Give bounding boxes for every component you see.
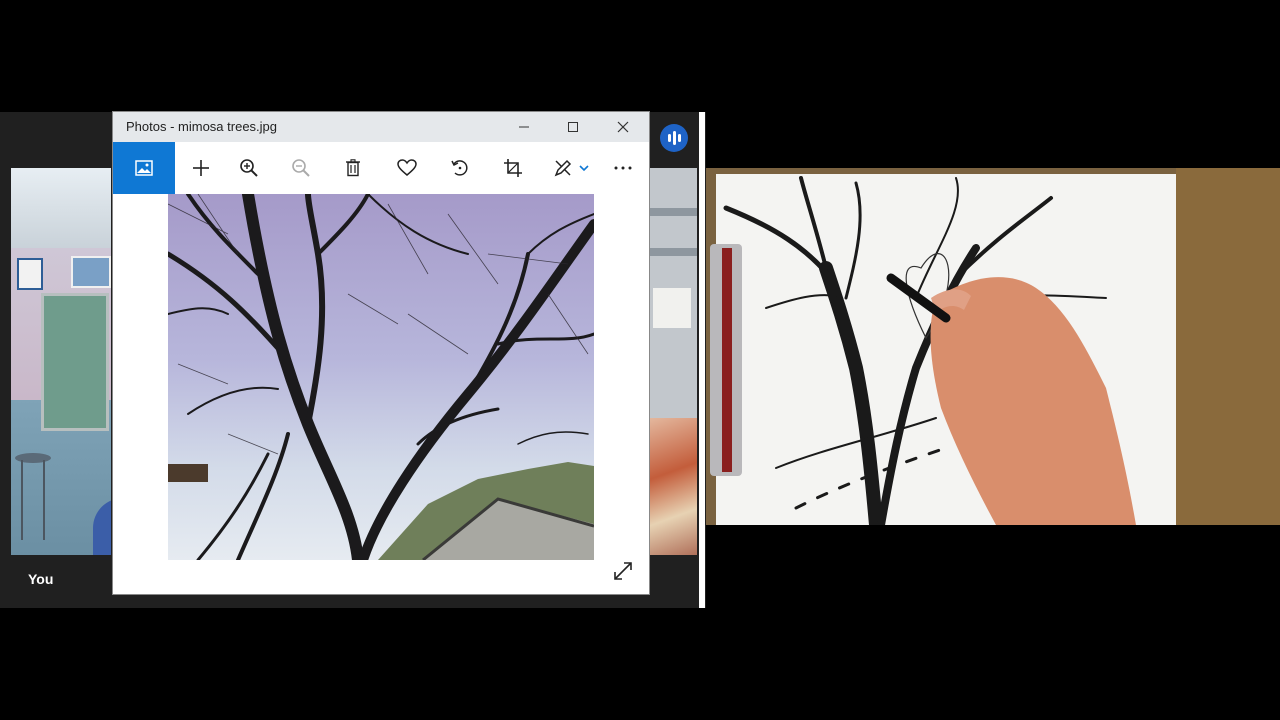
classroom-ceiling: [11, 168, 111, 248]
more-button[interactable]: [599, 142, 647, 194]
wall-poster: [17, 258, 43, 290]
stool-leg: [21, 460, 23, 540]
drawing-video-feed: [706, 168, 1280, 525]
drawing-demo-image: [706, 168, 1280, 525]
zoom-in-button[interactable]: [225, 142, 273, 194]
image-icon: [135, 160, 153, 176]
crop-button[interactable]: [489, 142, 537, 194]
fullscreen-button[interactable]: [608, 556, 638, 586]
self-video-tile: [11, 168, 111, 555]
shelf: [649, 208, 697, 216]
mimosa-trees-photo: [168, 194, 594, 560]
audio-bar: [672, 131, 676, 145]
chevron-down-icon: [579, 165, 589, 172]
panel-divider: [699, 112, 705, 608]
tree-photo-image: [168, 194, 594, 560]
audio-level-icon[interactable]: [660, 124, 688, 152]
heart-icon: [397, 159, 417, 176]
zoom-in-icon: [240, 159, 258, 177]
trash-icon: [346, 159, 360, 177]
colorful-artwork: [649, 418, 697, 555]
photos-app-window: Photos - mimosa trees.jpg: [113, 112, 649, 594]
maximize-button[interactable]: [550, 112, 596, 142]
shelf: [649, 248, 697, 256]
edit-create-button[interactable]: [541, 142, 601, 194]
rotate-icon: [451, 160, 468, 176]
photos-toolbar: [113, 142, 649, 194]
favorite-button[interactable]: [383, 142, 431, 194]
delete-button[interactable]: [329, 142, 377, 194]
close-button[interactable]: [600, 112, 646, 142]
participant-video-tile: [649, 168, 697, 555]
self-name-label: You: [28, 571, 54, 587]
classroom-door: [41, 293, 109, 431]
close-icon: [617, 121, 629, 133]
image-canvas[interactable]: [113, 194, 649, 594]
minimize-icon: [519, 126, 529, 128]
window-title: Photos - mimosa trees.jpg: [126, 119, 278, 134]
window-titlebar[interactable]: Photos - mimosa trees.jpg: [113, 112, 649, 142]
crop-icon: [504, 159, 522, 177]
zoom-out-button[interactable]: [277, 142, 325, 194]
zoom-out-icon: [292, 159, 310, 177]
audio-bar: [667, 134, 671, 142]
wall-poster: [71, 256, 111, 288]
add-button[interactable]: [177, 142, 225, 194]
shelf-box: [653, 288, 691, 328]
minimize-button[interactable]: [501, 112, 547, 142]
audio-bar: [677, 134, 681, 142]
plus-icon: [193, 160, 209, 176]
view-image-button[interactable]: [113, 142, 175, 194]
stool-leg: [43, 460, 45, 540]
more-icon: [614, 166, 632, 170]
rotate-button[interactable]: [436, 142, 484, 194]
pen-icon: [554, 159, 572, 177]
maximize-icon: [568, 122, 578, 132]
expand-icon: [614, 562, 632, 580]
